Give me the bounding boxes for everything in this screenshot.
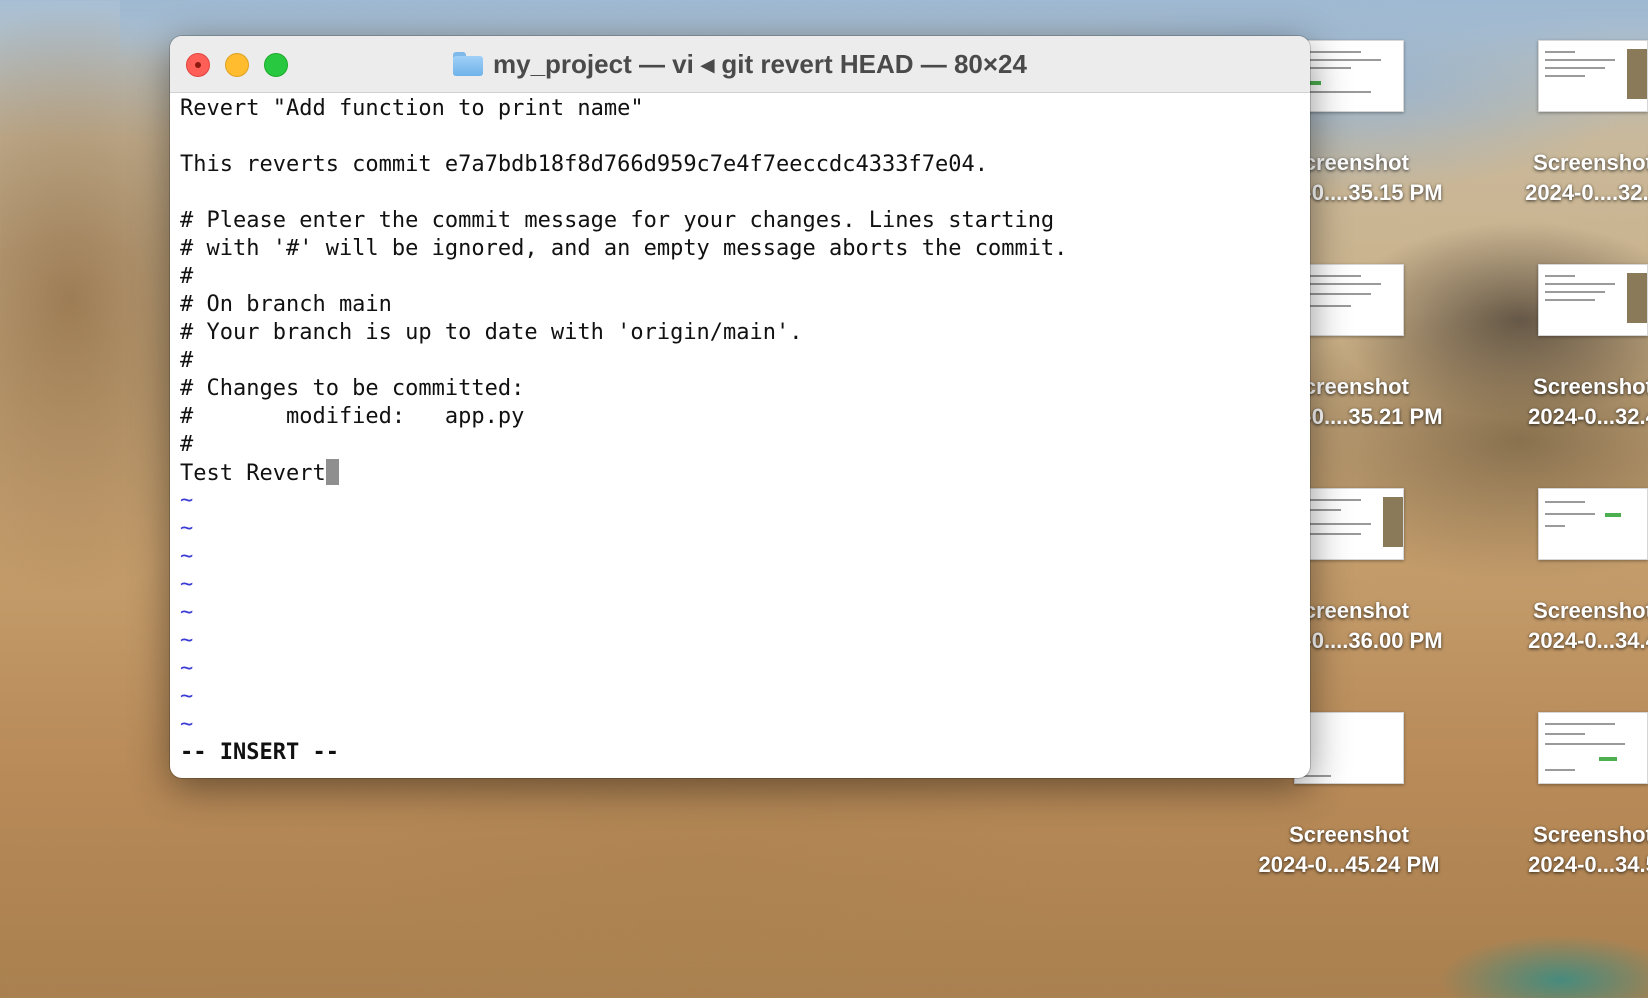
buffer-line: # modified: app.py [180,404,525,429]
text-cursor [325,459,339,485]
empty-line-marker: ~ [180,600,194,625]
empty-line-marker: ~ [180,656,194,681]
buffer-line: # Changes to be committed: [180,376,525,401]
vi-editor-buffer[interactable]: Revert "Add function to print name" This… [180,95,1300,775]
window-title: my_project — vi ◂ git revert HEAD — 80×2… [493,48,1027,79]
icon-label: Screenshot 2024-0...32.4 [1528,374,1648,429]
empty-line-marker: ~ [180,628,194,653]
current-edit-line: Test Revert [180,459,1300,487]
screenshot-thumbnail [1538,488,1648,560]
screenshot-thumbnail [1538,712,1648,784]
empty-line-marker: ~ [180,544,194,569]
terminal-window[interactable]: my_project — vi ◂ git revert HEAD — 80×2… [170,36,1310,778]
buffer-line: This reverts commit e7a7bdb18f8d766d959c… [180,152,988,177]
empty-line-marker: ~ [180,684,194,709]
buffer-line: # [180,264,194,289]
screenshot-thumbnail [1294,40,1404,112]
screenshot-thumbnail [1294,712,1404,784]
empty-line-marker: ~ [180,516,194,541]
empty-line-marker: ~ [180,572,194,597]
screenshot-thumbnail [1294,488,1404,560]
vi-mode-indicator: -- INSERT -- [180,740,339,765]
screenshot-thumbnail [1538,264,1648,336]
desktop-icon-screenshot[interactable]: Screenshot 2024-0...34.4 [1478,488,1648,688]
buffer-line [180,179,1300,207]
title-bar[interactable]: my_project — vi ◂ git revert HEAD — 80×2… [170,36,1310,93]
desktop-icon-screenshot[interactable]: Screenshot 2024-0...34.5 [1478,712,1648,912]
desktop-icon-screenshot[interactable]: Screenshot 2024-0...32.4 [1478,264,1648,464]
buffer-line: # [180,432,194,457]
buffer-line: # Please enter the commit message for yo… [180,208,1055,233]
icon-label: Screenshot 2024-0...34.4 [1528,598,1648,653]
icon-label: Screenshot 2024-0...45.24 PM [1258,822,1440,877]
buffer-line: # Your branch is up to date with 'origin… [180,320,803,345]
buffer-line: # [180,348,194,373]
screenshot-thumbnail [1294,264,1404,336]
desktop-icon-screenshot[interactable]: Screenshot 2024-0....32.2 [1478,40,1648,240]
buffer-line: # On branch main [180,292,392,317]
window-title-area: my_project — vi ◂ git revert HEAD — 80×2… [170,36,1310,92]
current-line-text: Test Revert [180,461,326,486]
icon-label: Screenshot 2024-0....32.2 [1525,150,1648,205]
buffer-line: Revert "Add function to print name" [180,96,644,121]
folder-icon [453,52,483,76]
buffer-line [180,123,1300,151]
buffer-line: # with '#' will be ignored, and an empty… [180,236,1068,261]
empty-line-marker: ~ [180,488,194,513]
screenshot-thumbnail [1538,40,1648,112]
icon-label: Screenshot 2024-0...34.5 [1528,822,1648,877]
empty-line-marker: ~ [180,712,194,737]
